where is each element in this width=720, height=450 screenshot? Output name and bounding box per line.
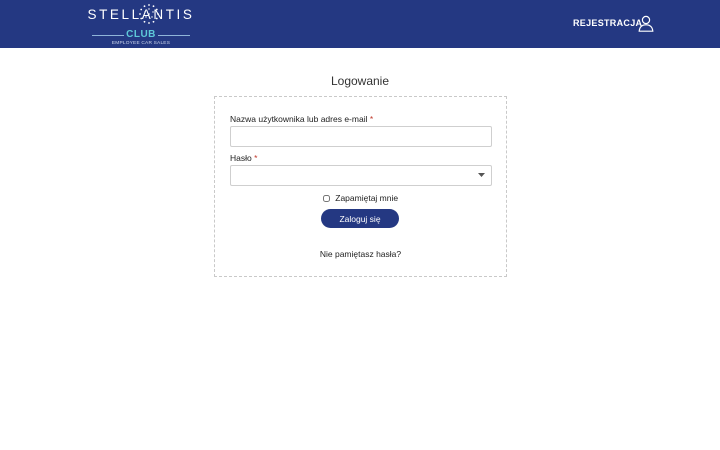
required-mark: * <box>369 114 374 124</box>
site-header: STELLANTIS CLUB EMPLOYEE CAR SALES REJES… <box>0 0 720 48</box>
password-input[interactable] <box>230 165 492 186</box>
remember-me-checkbox[interactable] <box>322 195 330 202</box>
password-field-wrapper <box>230 165 492 186</box>
login-button[interactable]: Zaloguj się <box>321 209 399 228</box>
stellantis-club-logo[interactable]: STELLANTIS CLUB EMPLOYEE CAR SALES <box>78 3 204 47</box>
username-input[interactable] <box>230 126 492 147</box>
password-label-text: Hasło <box>230 153 252 163</box>
logo-divider-right <box>158 35 190 36</box>
login-form: Nazwa użytkownika lub adres e-mail * Has… <box>214 96 507 277</box>
password-label: Hasło * <box>230 153 257 163</box>
remember-me-label: Zapamiętaj mnie <box>335 193 399 203</box>
brand-wordmark: STELLANTIS <box>87 7 195 22</box>
required-mark: * <box>254 153 258 163</box>
register-link[interactable]: REJESTRACJA <box>573 18 642 28</box>
caret-down-icon[interactable] <box>478 173 485 177</box>
page-title: Logowanie <box>330 74 390 88</box>
user-icon[interactable] <box>638 15 654 32</box>
username-label: Nazwa użytkownika lub adres e-mail * <box>230 114 373 124</box>
forgot-password-link[interactable]: Nie pamiętasz hasła? <box>215 249 506 259</box>
remember-me[interactable]: Zapamiętaj mnie <box>215 193 506 203</box>
brand-subtitle: EMPLOYEE CAR SALES <box>111 41 171 46</box>
username-label-text: Nazwa użytkownika lub adres e-mail <box>230 114 368 124</box>
